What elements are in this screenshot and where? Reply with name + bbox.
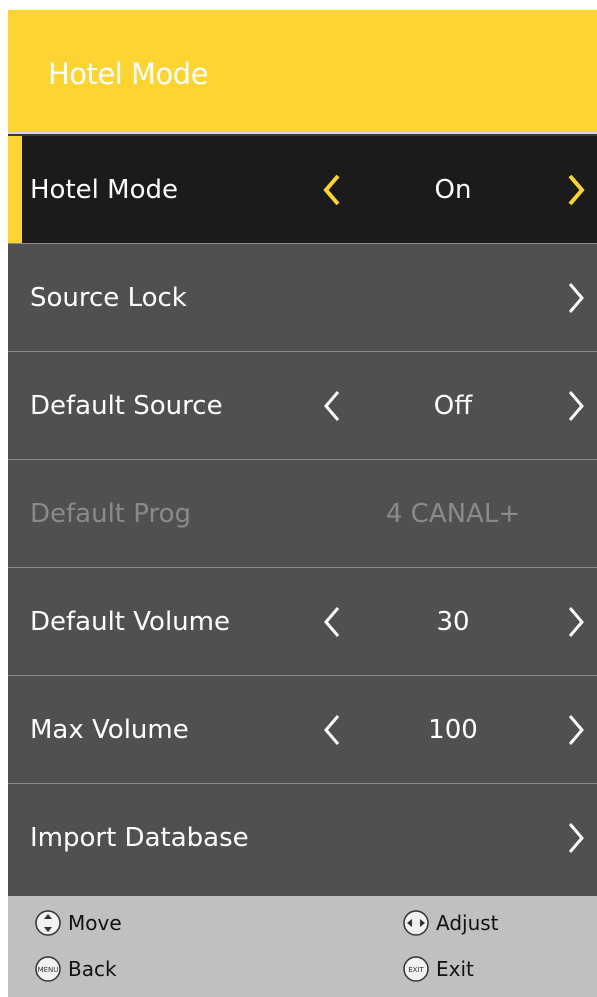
menu-header: Hotel Mode [8, 10, 597, 134]
chevron-right-icon[interactable] [566, 172, 586, 208]
hotel-mode-panel: Hotel Mode Hotel Mode On Source Lock Def… [8, 10, 597, 997]
row-value: 100 [428, 715, 478, 745]
row-label: Default Prog [30, 499, 192, 529]
menu-title: Hotel Mode [48, 57, 209, 91]
row-value: 30 [436, 607, 470, 637]
menu-row-default-prog: Default Prog 4 CANAL+ [8, 460, 597, 568]
up-down-arrows-icon [34, 909, 62, 937]
svg-text:EXIT: EXIT [408, 966, 424, 974]
hint-adjust-label: Adjust [436, 911, 499, 935]
chevron-left-icon[interactable] [322, 388, 342, 424]
menu-row-import-database[interactable]: Import Database [8, 784, 597, 896]
key-hints-footer: Move Adjust MENU Back EXIT Exit [8, 896, 597, 997]
row-label: Default Volume [30, 607, 230, 637]
chevron-right-icon[interactable] [566, 280, 586, 316]
row-label: Default Source [30, 391, 223, 421]
svg-text:MENU: MENU [38, 966, 59, 974]
hint-adjust: Adjust [402, 908, 499, 938]
hint-move-label: Move [68, 911, 122, 935]
menu-key-icon: MENU [34, 955, 62, 983]
row-value: Off [433, 391, 473, 421]
chevron-right-icon[interactable] [566, 712, 586, 748]
hint-back: MENU Back [34, 954, 117, 984]
exit-key-icon: EXIT [402, 955, 430, 983]
row-label: Import Database [30, 823, 249, 853]
chevron-left-icon[interactable] [322, 172, 342, 208]
row-label: Max Volume [30, 715, 189, 745]
row-value: 4 CANAL+ [385, 499, 521, 529]
row-value: On [434, 175, 472, 205]
row-label: Hotel Mode [30, 175, 178, 205]
hint-exit-label: Exit [436, 957, 474, 981]
chevron-left-icon[interactable] [322, 712, 342, 748]
menu-row-hotel-mode[interactable]: Hotel Mode On [8, 136, 597, 244]
menu-row-default-volume[interactable]: Default Volume 30 [8, 568, 597, 676]
menu-row-source-lock[interactable]: Source Lock [8, 244, 597, 352]
chevron-right-icon[interactable] [566, 388, 586, 424]
left-right-arrows-icon [402, 909, 430, 937]
hint-exit: EXIT Exit [402, 954, 474, 984]
chevron-left-icon[interactable] [322, 604, 342, 640]
chevron-right-icon[interactable] [566, 820, 586, 856]
menu-row-default-source[interactable]: Default Source Off [8, 352, 597, 460]
hint-back-label: Back [68, 957, 117, 981]
chevron-right-icon[interactable] [566, 604, 586, 640]
menu-row-max-volume[interactable]: Max Volume 100 [8, 676, 597, 784]
row-label: Source Lock [30, 283, 187, 313]
hint-move: Move [34, 908, 122, 938]
